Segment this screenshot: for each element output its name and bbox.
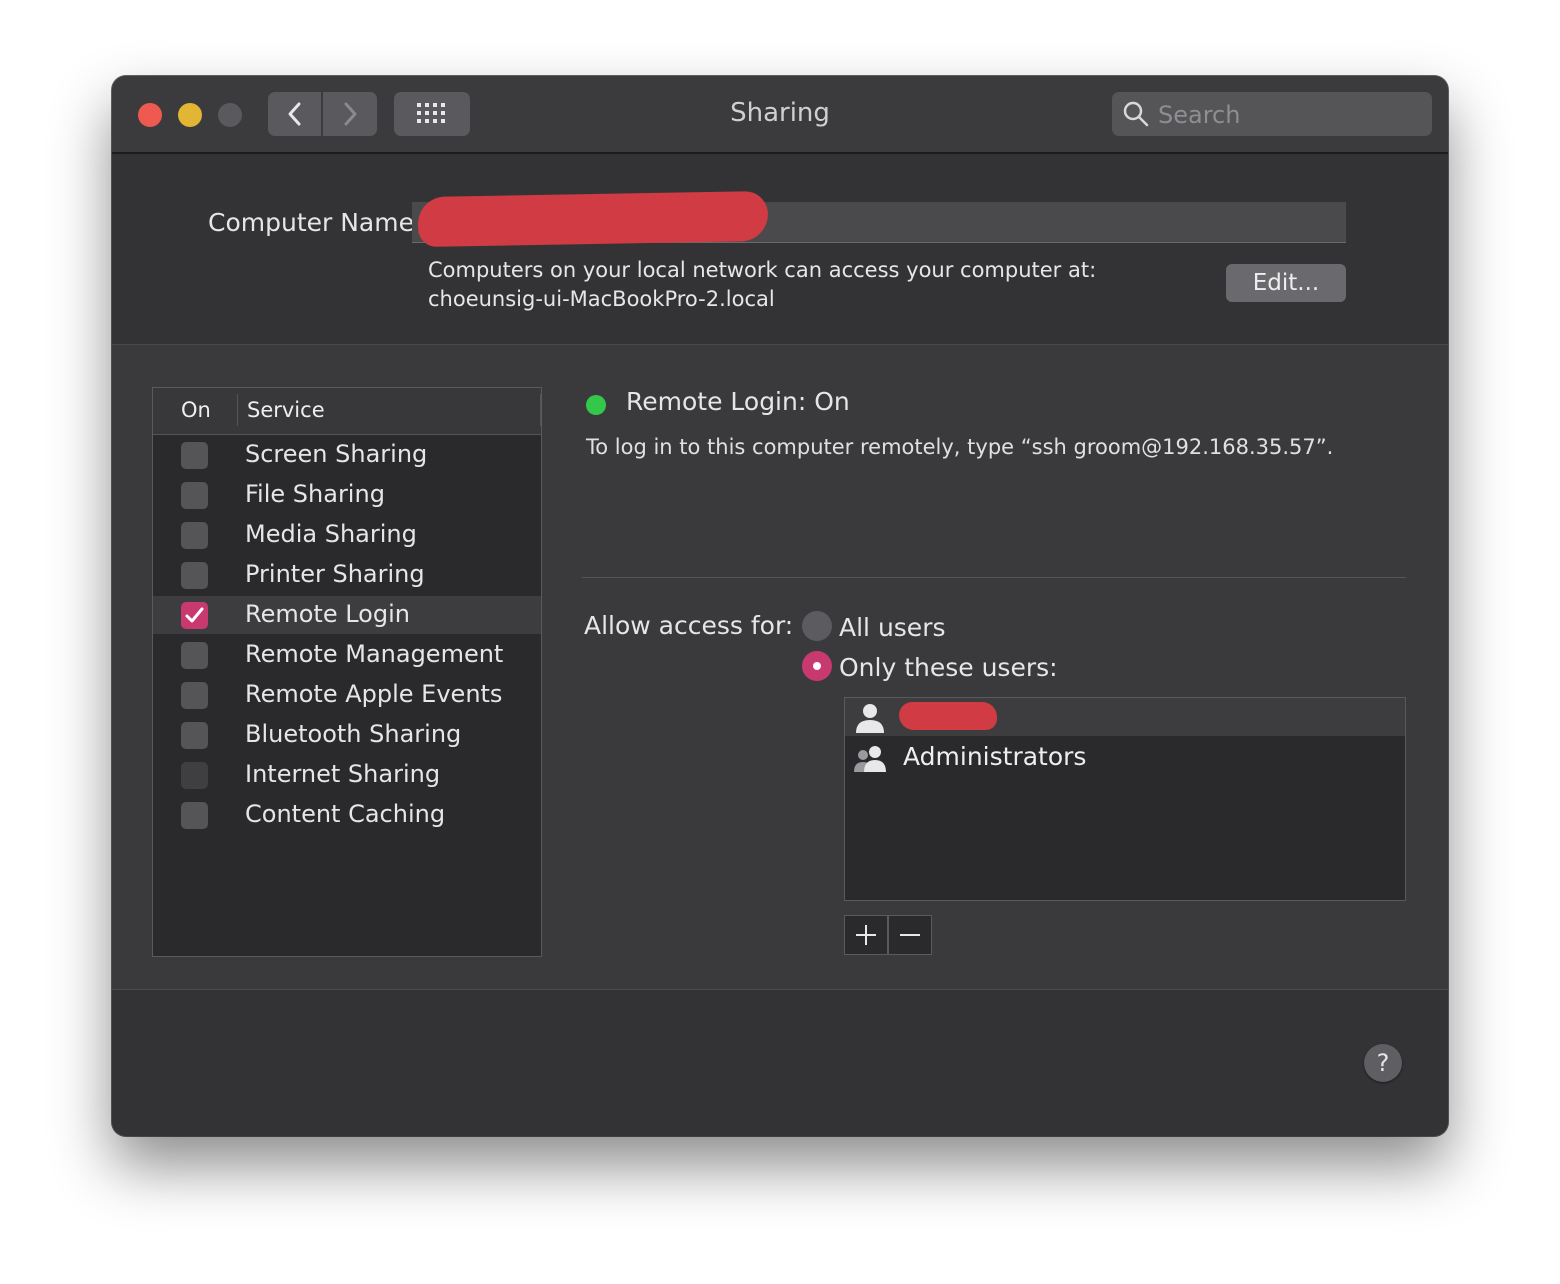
- service-row-bluetooth-sharing[interactable]: Bluetooth Sharing: [153, 716, 541, 754]
- users-list[interactable]: Administrators: [844, 697, 1406, 901]
- column-header-on[interactable]: On: [181, 398, 211, 422]
- service-name: Remote Apple Events: [245, 680, 503, 708]
- service-row-media-sharing[interactable]: Media Sharing: [153, 516, 541, 554]
- add-user-button[interactable]: [844, 915, 888, 955]
- checkmark-icon: [185, 607, 204, 623]
- network-hostname: choeunsig-ui-MacBookPro-2.local: [428, 287, 775, 311]
- user-name: Administrators: [903, 742, 1087, 771]
- service-row-remote-apple-events[interactable]: Remote Apple Events: [153, 676, 541, 714]
- status-indicator: [586, 395, 606, 415]
- group-icon: [854, 746, 886, 772]
- service-row-printer-sharing[interactable]: Printer Sharing: [153, 556, 541, 594]
- service-name: Internet Sharing: [245, 760, 441, 788]
- help-button[interactable]: ?: [1364, 1044, 1402, 1082]
- plus-icon: [856, 925, 876, 945]
- list-item[interactable]: Administrators: [845, 738, 1405, 776]
- service-checkbox[interactable]: [181, 682, 208, 709]
- service-checkbox[interactable]: [181, 442, 208, 469]
- minus-icon: [900, 934, 920, 936]
- column-header-service[interactable]: Service: [247, 398, 325, 422]
- section-divider: [582, 577, 1406, 578]
- service-row-screen-sharing[interactable]: Screen Sharing: [153, 436, 541, 474]
- remove-user-button[interactable]: [888, 915, 932, 955]
- service-checkbox[interactable]: [181, 602, 208, 629]
- service-checkbox[interactable]: [181, 482, 208, 509]
- service-row-remote-login[interactable]: Remote Login: [153, 596, 541, 634]
- network-access-line1: Computers on your local network can acce…: [428, 258, 1097, 282]
- search-input[interactable]: [1156, 98, 1420, 132]
- radio-only-these-users[interactable]: [802, 651, 832, 681]
- service-name: Printer Sharing: [245, 560, 425, 588]
- main-pane: On Service Screen Sharing File Sharing M…: [112, 344, 1448, 990]
- services-header: On Service: [153, 388, 541, 435]
- service-checkbox[interactable]: [181, 722, 208, 749]
- service-row-content-caching[interactable]: Content Caching: [153, 796, 541, 834]
- service-name: Remote Login: [245, 600, 410, 628]
- service-name: Screen Sharing: [245, 440, 428, 468]
- service-name: Content Caching: [245, 800, 446, 828]
- status-description: To log in to this computer remotely, typ…: [586, 435, 1334, 459]
- service-row-remote-management[interactable]: Remote Management: [153, 636, 541, 674]
- radio-dot: [813, 662, 821, 670]
- titlebar: Sharing: [112, 76, 1448, 154]
- network-access-text: Computers on your local network can acce…: [428, 256, 1096, 314]
- service-name: Media Sharing: [245, 520, 417, 548]
- radio-only-these-users-label[interactable]: Only these users:: [839, 653, 1058, 682]
- service-checkbox[interactable]: [181, 762, 208, 789]
- search-field[interactable]: [1112, 92, 1432, 136]
- service-row-internet-sharing[interactable]: Internet Sharing: [153, 756, 541, 794]
- computer-name-label: Computer Name:: [208, 208, 423, 237]
- redaction-mark: [417, 190, 769, 248]
- list-item[interactable]: [845, 698, 1405, 736]
- radio-all-users-label[interactable]: All users: [839, 613, 946, 642]
- column-divider: [237, 394, 238, 426]
- service-checkbox[interactable]: [181, 642, 208, 669]
- redaction-mark: [899, 702, 997, 730]
- service-name: Remote Management: [245, 640, 504, 668]
- radio-all-users[interactable]: [802, 611, 832, 641]
- edit-button[interactable]: Edit...: [1226, 264, 1346, 302]
- sharing-window: Sharing Computer Name: Computers on your…: [112, 76, 1448, 1136]
- service-name: File Sharing: [245, 480, 385, 508]
- column-divider: [540, 394, 541, 426]
- service-name: Bluetooth Sharing: [245, 720, 462, 748]
- status-title: Remote Login: On: [626, 387, 850, 416]
- services-table[interactable]: On Service Screen Sharing File Sharing M…: [152, 387, 542, 957]
- search-icon: [1123, 101, 1149, 127]
- allow-access-label: Allow access for:: [584, 611, 794, 640]
- service-checkbox[interactable]: [181, 562, 208, 589]
- user-icon: [856, 704, 884, 733]
- service-checkbox[interactable]: [181, 522, 208, 549]
- service-checkbox[interactable]: [181, 802, 208, 829]
- service-row-file-sharing[interactable]: File Sharing: [153, 476, 541, 514]
